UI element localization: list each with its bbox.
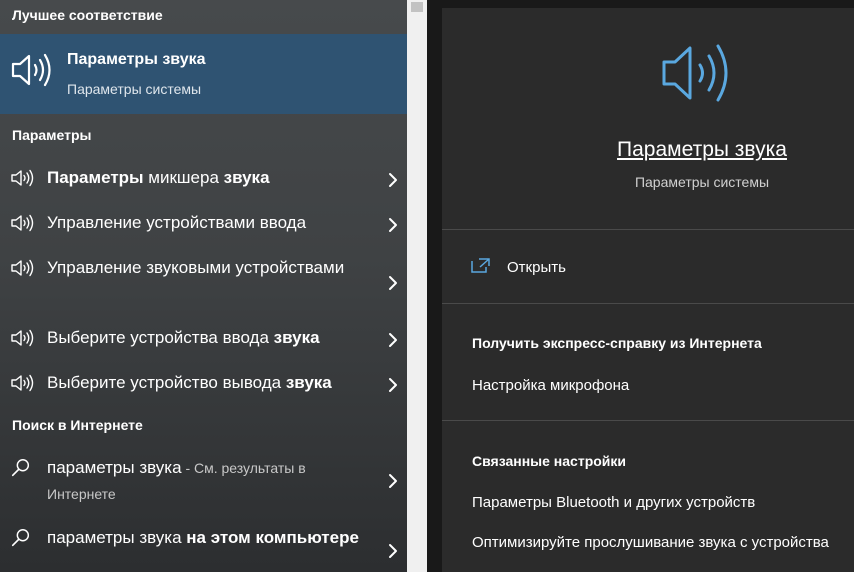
settings-header: Параметры — [12, 127, 92, 143]
settings-item[interactable]: Выберите устройство вывода звука — [0, 370, 407, 396]
panel-gap — [427, 0, 442, 572]
details-title[interactable]: Параметры звука — [442, 138, 854, 162]
search-icon — [10, 457, 34, 477]
details-panel: Параметры звука Параметры системы Открыт… — [442, 0, 854, 572]
help-link-microphone[interactable]: Настройка микрофона — [472, 377, 629, 394]
settings-item[interactable]: Выберите устройства ввода звука — [0, 325, 407, 351]
best-match-header: Лучшее соответствие — [12, 7, 163, 23]
web-search-header: Поиск в Интернете — [12, 417, 143, 433]
speaker-icon — [11, 53, 51, 87]
open-external-icon — [471, 258, 490, 273]
open-button[interactable]: Открыть — [442, 252, 854, 284]
top-strip — [442, 0, 854, 8]
settings-item[interactable]: Управление звуковыми устройствами — [0, 255, 407, 307]
speaker-icon — [10, 214, 34, 232]
divider — [442, 303, 854, 304]
open-label: Открыть — [507, 259, 566, 276]
label-part: Выберите устройство вывода — [47, 373, 286, 392]
label-part: Параметры — [47, 168, 144, 187]
related-link-optimize-audio[interactable]: Оптимизируйте прослушивание звука с устр… — [472, 534, 829, 551]
settings-item-label: Выберите устройство вывода звука — [47, 370, 367, 395]
chevron-right-icon — [386, 215, 400, 235]
label-part: звука — [285, 373, 332, 392]
label-part: звука — [223, 168, 270, 187]
label-part: Выберите устройства ввода — [47, 328, 274, 347]
chevron-right-icon — [386, 273, 400, 293]
query-text: параметры звука — [47, 528, 182, 547]
label-part: Управление устройствами ввода — [47, 213, 307, 232]
help-header: Получить экспресс-справку из Интернета — [472, 335, 762, 351]
chevron-right-icon — [386, 170, 400, 190]
web-search-label: параметры звука - См. результаты в Интер… — [47, 455, 367, 507]
search-results-panel: Лучшее соответствие Параметры звука Пара… — [0, 0, 407, 572]
web-search-label: параметры звука на этом компьютере — [47, 525, 367, 550]
chevron-right-icon — [386, 541, 400, 561]
settings-item-label: Управление устройствами ввода — [47, 210, 367, 235]
divider — [442, 420, 854, 421]
settings-item[interactable]: Управление устройствами ввода — [0, 210, 407, 236]
divider — [442, 229, 854, 230]
web-search-item[interactable]: параметры звука на этом компьютере — [0, 525, 407, 572]
related-link-bluetooth[interactable]: Параметры Bluetooth и других устройств — [472, 494, 755, 511]
web-search-item[interactable]: параметры звука - См. результаты в Интер… — [0, 455, 407, 507]
settings-item-label: Параметры микшера звука — [47, 165, 367, 190]
settings-item-label: Управление звуковыми устройствами — [47, 255, 367, 280]
speaker-hero-icon — [662, 44, 728, 102]
label-part: микшера — [143, 168, 224, 187]
label-part: Управление звуковыми устройствами — [47, 258, 345, 277]
best-match-item[interactable] — [0, 34, 407, 114]
speaker-icon — [10, 329, 34, 347]
speaker-icon — [10, 169, 34, 187]
search-icon — [10, 527, 34, 547]
details-subtitle: Параметры системы — [634, 174, 770, 190]
label-part: звука — [273, 328, 320, 347]
chevron-right-icon — [386, 330, 400, 350]
chevron-right-icon — [386, 471, 400, 491]
chevron-right-icon — [386, 375, 400, 395]
scrollbar-thumb[interactable] — [411, 2, 423, 12]
query-suffix: на этом компьютере — [181, 528, 359, 547]
best-match-subtitle: Параметры системы — [67, 81, 202, 97]
best-match-title: Параметры звука — [67, 51, 206, 68]
speaker-icon — [10, 259, 34, 277]
settings-item-label: Выберите устройства ввода звука — [47, 325, 367, 350]
speaker-icon — [10, 374, 34, 392]
query-text: параметры звука — [47, 458, 182, 477]
scrollbar[interactable] — [407, 0, 427, 572]
settings-item[interactable]: Параметры микшера звука — [0, 165, 407, 191]
related-header: Связанные настройки — [472, 453, 627, 469]
